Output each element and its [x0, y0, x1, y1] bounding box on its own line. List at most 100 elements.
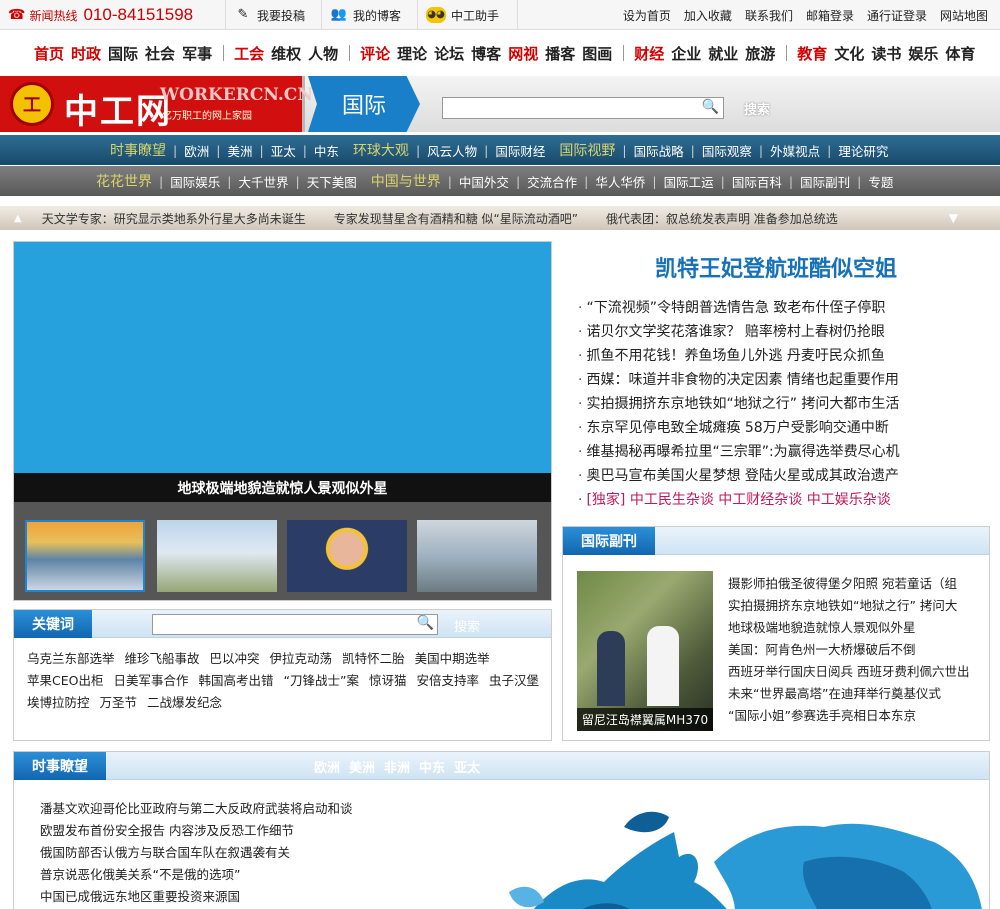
current-affairs-title[interactable]: 时事瞭望 [14, 752, 106, 780]
nav-item[interactable]: 社会 [145, 43, 175, 64]
keyword-link[interactable]: 埃博拉防控 [27, 692, 90, 714]
nav-item[interactable]: 评论 [360, 43, 390, 64]
keyword-search-input[interactable] [153, 615, 411, 634]
nav-item[interactable]: 体育 [945, 43, 975, 64]
subnav-item[interactable]: 外媒视点 [770, 141, 820, 160]
nav-item[interactable]: 娱乐 [908, 43, 938, 64]
thumbnail-3[interactable] [287, 520, 407, 592]
thumbnail-4[interactable] [417, 520, 537, 592]
news-item[interactable]: · 奥巴马宣布美国火星梦想 登陆火星或成其政治遗产 [578, 464, 988, 488]
thumbnail-2[interactable] [157, 520, 277, 592]
subnav-item[interactable]: 亚太 [271, 141, 296, 160]
nav-item[interactable]: 就业 [708, 43, 738, 64]
region-link[interactable]: 欧洲 [314, 757, 340, 776]
news-item[interactable]: · 西媒：味道并非食物的决定因素 情绪也起重要作用 [578, 368, 988, 392]
site-search-button[interactable]: 搜索 [744, 99, 770, 118]
nav-item[interactable]: 财经 [634, 43, 664, 64]
subnav-item[interactable]: 国际百科 [732, 172, 782, 191]
keyword-link[interactable]: 巴以冲突 [210, 648, 260, 670]
supplement-photo[interactable]: 留尼汪岛襟翼属MH370 [577, 571, 713, 731]
supplement-item[interactable]: 未来“世界最高塔”在迪拜举行奠基仪式 [728, 683, 988, 705]
supplement-title[interactable]: 国际副刊 [563, 527, 655, 555]
news-item[interactable]: · “下流视频”令特朗普选情告急 致老布什侄子停职 [578, 296, 988, 320]
news-title[interactable]: 诺贝尔文学奖花落谁家？ 赔率榜村上春树仍抢眼 [586, 324, 884, 340]
ticker-item[interactable]: 天文学专家：研究显示类地系外行星大多尚未诞生 [42, 212, 306, 226]
nav-item[interactable]: 首页 [34, 43, 64, 64]
subnav-item[interactable]: 国际战略 [634, 141, 684, 160]
current-affairs-item[interactable]: 潘基文欢迎哥伦比亚政府与第二大反政府武装将启动和谈 [40, 798, 353, 820]
subnav-item[interactable]: 国际工运 [664, 172, 714, 191]
keyword-link[interactable]: 苹果CEO出柜 [27, 670, 103, 692]
nav-item[interactable]: 军事 [182, 43, 212, 64]
news-item[interactable]: · 诺贝尔文学奖花落谁家？ 赔率榜村上春树仍抢眼 [578, 320, 988, 344]
keyword-link[interactable]: 伊拉克动荡 [270, 648, 333, 670]
nav-item[interactable]: 企业 [671, 43, 701, 64]
subnav-item[interactable]: 华人华侨 [595, 172, 645, 191]
keyword-link[interactable]: “刀锋战士”案 [284, 670, 359, 692]
nav-item[interactable]: 图画 [582, 43, 612, 64]
nav-item[interactable]: 播客 [545, 43, 575, 64]
subnav-item[interactable]: 国际娱乐 [170, 172, 220, 191]
focus-main-image[interactable] [14, 242, 551, 502]
keyword-link[interactable]: 二战爆发纪念 [147, 692, 222, 714]
nav-item[interactable]: 国际 [108, 43, 138, 64]
top-link[interactable]: 设为首页 [623, 7, 671, 24]
subnav-item[interactable]: 天下美图 [307, 172, 357, 191]
keyword-link[interactable]: 韩国高考出错 [198, 670, 273, 692]
keyword-link[interactable]: 虫子汉堡 [489, 670, 539, 692]
top-link[interactable]: 网站地图 [940, 7, 988, 24]
supplement-item[interactable]: 美国：阿肯色州一大桥爆破后不倒 [728, 639, 988, 661]
exclusive-text[interactable]: [独家] 中工民生杂谈 中工财经杂谈 中工娱乐杂谈 [586, 492, 890, 508]
subnav-item[interactable]: 交流合作 [527, 172, 577, 191]
keyword-link[interactable]: 惊讶猫 [369, 670, 407, 692]
subnav-item[interactable]: 国际观察 [702, 141, 752, 160]
keyword-link[interactable]: 维珍飞船事故 [125, 648, 200, 670]
current-affairs-item[interactable]: 俄国防部否认俄方与联合国车队在叙遇袭有关 [40, 842, 353, 864]
keyword-search-button[interactable]: 搜索 [454, 616, 480, 635]
triangle-down-icon[interactable]: ▼ [949, 211, 958, 225]
news-title[interactable]: 维基揭秘再曝希拉里“三宗罪”:为赢得选举费尽心机 [586, 444, 899, 460]
keyword-link[interactable]: 万圣节 [100, 692, 138, 714]
top-headline[interactable]: 凯特王妃登航班酷似空姐 [562, 251, 990, 283]
top-link[interactable]: 加入收藏 [684, 7, 732, 24]
magnifier-icon[interactable]: 🔍 [417, 615, 434, 631]
nav-item[interactable]: 理论 [397, 43, 427, 64]
subnav-item[interactable]: 时事瞭望 [110, 140, 166, 160]
supplement-item[interactable]: 摄影师拍俄圣彼得堡夕阳照 宛若童话（组 [728, 573, 988, 595]
keyword-link[interactable]: 日美军事合作 [113, 670, 188, 692]
subnav-item[interactable]: 美洲 [227, 141, 252, 160]
nav-item[interactable]: 读书 [871, 43, 901, 64]
news-title[interactable]: 抓鱼不用花钱！养鱼场鱼儿外逃 丹麦吁民众抓鱼 [586, 348, 884, 364]
current-affairs-item[interactable]: 普京说恶化俄美关系“不是俄的选项” [40, 864, 353, 886]
supplement-item[interactable]: 西班牙举行国庆日阅兵 西班牙费利佩六世出 [728, 661, 988, 683]
nav-item[interactable]: 论坛 [434, 43, 464, 64]
top-link[interactable]: 通行证登录 [867, 7, 927, 24]
nav-item[interactable]: 人物 [308, 43, 338, 64]
news-item[interactable]: · 抓鱼不用花钱！养鱼场鱼儿外逃 丹麦吁民众抓鱼 [578, 344, 988, 368]
nav-item[interactable]: 旅游 [745, 43, 775, 64]
top-link[interactable]: 邮箱登录 [806, 7, 854, 24]
news-title[interactable]: “下流视频”令特朗普选情告急 致老布什侄子停职 [586, 300, 885, 316]
news-item[interactable]: · 维基揭秘再曝希拉里“三宗罪”:为赢得选举费尽心机 [578, 440, 988, 464]
subnav-item[interactable]: 环球大观 [353, 140, 409, 160]
supplement-photo-caption[interactable]: 留尼汪岛襟翼属MH370 [577, 708, 713, 731]
magnifier-icon[interactable]: 🔍 [702, 99, 719, 115]
subnav-item[interactable]: 国际副刊 [800, 172, 850, 191]
triangle-up-icon[interactable]: ▲ [14, 213, 22, 224]
region-link[interactable]: 美洲 [349, 757, 375, 776]
news-item[interactable]: · 东京罕见停电致全城瘫痪 58万户受影响交通中断 [578, 416, 988, 440]
exclusive-links[interactable]: · [独家] 中工民生杂谈 中工财经杂谈 中工娱乐杂谈 [578, 488, 988, 512]
subnav-item[interactable]: 理论研究 [838, 141, 888, 160]
nav-item[interactable]: 教育 [797, 43, 827, 64]
region-link[interactable]: 非洲 [384, 757, 410, 776]
site-logo[interactable]: 工 中工网 WORKERCN.CN 亿万职工的网上家园 [0, 76, 313, 132]
keyword-link[interactable]: 乌克兰东部选举 [27, 648, 115, 670]
nav-item[interactable]: 维权 [271, 43, 301, 64]
region-link[interactable]: 中东 [419, 757, 445, 776]
keyword-link[interactable]: 凯特怀二胎 [342, 648, 405, 670]
subnav-item[interactable]: 中东 [314, 141, 339, 160]
supplement-item[interactable]: 实拍摄拥挤东京地铁如“地狱之行” 拷问大 [728, 595, 988, 617]
subnav-item[interactable]: 花花世界 [96, 171, 152, 191]
ticker-item[interactable]: 俄代表团：叙总统发表声明 准备参加总统选 [606, 212, 838, 226]
keyword-link[interactable]: 安倍支持率 [416, 670, 479, 692]
